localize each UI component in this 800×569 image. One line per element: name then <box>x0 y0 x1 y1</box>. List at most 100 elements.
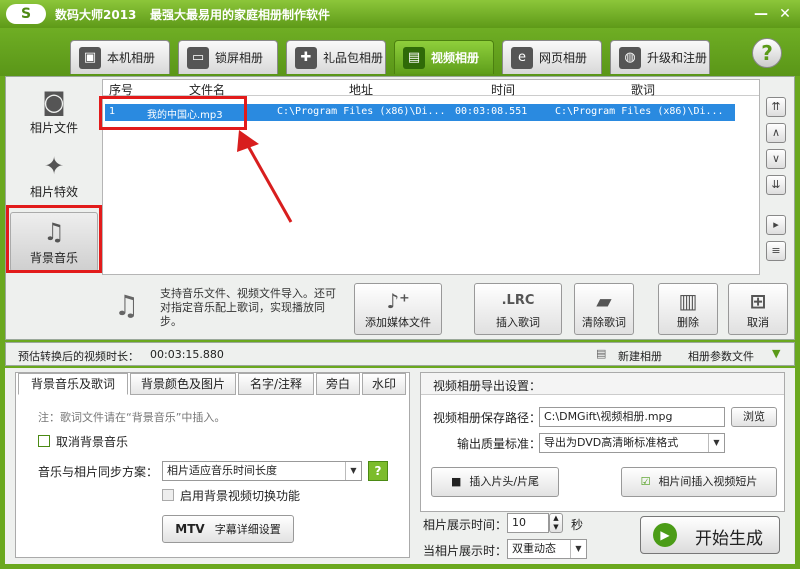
seconds-unit: 秒 <box>571 518 584 532</box>
ie-icon: e <box>511 46 533 69</box>
album-params-link[interactable]: 相册参数文件 <box>688 348 754 364</box>
photo-frame-icon: ▣ <box>79 46 101 69</box>
tab-lockscreen-album[interactable]: ▭ 锁屏相册 <box>178 40 278 74</box>
col-path[interactable]: 地址 <box>349 81 373 98</box>
tab-name-note[interactable]: 名字/注释 <box>238 373 314 395</box>
display-time-input[interactable]: 10 <box>507 513 549 533</box>
chevron-down-icon: ▼ <box>345 462 361 480</box>
film-icon: ▤ <box>403 46 425 69</box>
mtv-icon: MTV <box>175 522 205 536</box>
globe-icon: ◍ <box>619 46 641 69</box>
insert-video-clip-button[interactable]: ☑ 相片间插入视频短片 <box>621 467 777 497</box>
chevron-down-icon[interactable]: ▼ <box>772 347 780 360</box>
insert-lyric-button[interactable]: .LRC 插入歌词 <box>474 283 562 335</box>
tab-bg-music-lyric[interactable]: 背景音乐及歌词 <box>18 373 128 395</box>
move-up-button[interactable]: ∧ <box>766 123 786 143</box>
sync-select[interactable]: 相片适应音乐时间长度 ▼ <box>162 461 362 481</box>
col-time[interactable]: 时间 <box>491 81 515 98</box>
document-icon: ▤ <box>596 347 607 360</box>
delete-button[interactable]: ▥ 删除 <box>658 283 718 335</box>
move-bottom-button[interactable]: ⇊ <box>766 175 786 195</box>
help-button[interactable]: ? <box>752 38 782 68</box>
status-bar: 预估转换后的视频时长： 00:03:15.880 ▤ 新建相册 相册参数文件 ▼ <box>5 342 795 366</box>
tab-bg-color-image[interactable]: 背景颜色及图片 <box>130 373 236 395</box>
music-add-icon: ♪⁺ <box>386 289 410 313</box>
chevron-down-icon: ▼ <box>570 540 586 558</box>
display-time-label: 相片展示时间： <box>423 518 508 532</box>
app-logo: S <box>6 4 46 24</box>
add-media-button[interactable]: ♪⁺ 添加媒体文件 <box>354 283 442 335</box>
cancel-bg-music-checkbox[interactable] <box>38 435 50 447</box>
music-list-panel: ◙ 相片文件 ✦ 相片特效 ♫ 背景音乐 序号 文件名 地址 时间 歌词 1 我的中国… <box>5 76 795 340</box>
grid-icon: ⊞ <box>749 289 767 313</box>
sidebar-item-label: 相片文件 <box>29 121 78 135</box>
tab-upgrade-register[interactable]: ◍ 升级和注册 <box>610 40 710 74</box>
lrc-icon: .LRC <box>501 293 535 308</box>
move-down-button[interactable]: ∨ <box>766 149 786 169</box>
properties-button[interactable]: ≡ <box>766 241 786 261</box>
button-label: 取消 <box>747 316 769 329</box>
sidebar-item-label: 相片特效 <box>29 185 78 199</box>
move-top-button[interactable]: ⇈ <box>766 97 786 117</box>
tab-label: 本机相册 <box>107 51 156 65</box>
list-header: 序号 文件名 地址 时间 歌词 <box>103 80 759 98</box>
cancel-button[interactable]: ⊞ 取消 <box>728 283 788 335</box>
help-icon[interactable]: ? <box>368 461 388 481</box>
trash-icon: ▥ <box>678 289 698 313</box>
sync-label: 音乐与相片同步方案： <box>38 465 159 479</box>
tab-local-album[interactable]: ▣ 本机相册 <box>70 40 170 74</box>
tab-web-album[interactable]: e 网页相册 <box>502 40 602 74</box>
close-button[interactable]: ✕ <box>776 5 794 23</box>
sidebar-item-photo-files[interactable]: ◙ 相片文件 <box>10 83 98 143</box>
music-file-list[interactable]: 序号 文件名 地址 时间 歌词 1 我的中国心.mp3 C:\Program F… <box>99 79 760 275</box>
enable-bg-video-label: 启用背景视频切换功能 <box>180 489 301 503</box>
play-button[interactable]: ▸ <box>766 215 786 235</box>
music-note-icon: ♫ <box>114 289 140 322</box>
camera-icon: ◙ <box>42 88 66 116</box>
subtitle-settings-button[interactable]: MTV 字幕详细设置 <box>162 515 294 543</box>
tab-video-album[interactable]: ▤ 视频相册 <box>394 40 494 74</box>
save-path-input[interactable]: C:\DMGift\视频相册.mpg <box>539 407 725 427</box>
insert-head-tail-button[interactable]: ■ 插入片头/片尾 <box>431 467 559 497</box>
export-settings-panel: 视频相册导出设置： 视频相册保存路径： C:\DMGift\视频相册.mpg 浏… <box>420 372 785 512</box>
button-label: 清除歌词 <box>582 316 626 329</box>
bg-music-settings-panel: 背景音乐及歌词 背景颜色及图片 名字/注释 旁白 水印 注：歌词文件请在“背景音… <box>15 372 410 558</box>
enable-bg-video-checkbox[interactable] <box>162 489 174 501</box>
new-album-link[interactable]: 新建相册 <box>618 348 662 364</box>
gift-icon: ✚ <box>295 46 317 69</box>
button-label: 字幕详细设置 <box>214 523 281 536</box>
sidebar-item-photo-effects[interactable]: ✦ 相片特效 <box>10 147 98 207</box>
display-mode-value: 双重动态 <box>512 542 556 555</box>
display-time-stepper[interactable]: ▲ ▼ <box>549 513 563 533</box>
export-title: 视频相册导出设置： <box>433 379 542 393</box>
tab-watermark[interactable]: 水印 <box>362 373 406 395</box>
tab-gift-album[interactable]: ✚ 礼品包相册 <box>286 40 386 74</box>
start-generate-button[interactable]: ▶ 开始生成 <box>640 516 780 554</box>
tab-narration[interactable]: 旁白 <box>316 373 360 395</box>
clear-lyric-button[interactable]: ▰ 清除歌词 <box>574 283 634 335</box>
lyric-note: 注：歌词文件请在“背景音乐”中插入。 <box>38 411 226 424</box>
button-label: 添加媒体文件 <box>365 316 431 329</box>
import-hint: 支持音乐文件、视频文件导入。还可对指定音乐配上歌词，实现播放同步。 <box>160 287 336 328</box>
browse-button[interactable]: 浏览 <box>731 407 777 427</box>
title-bar: S 数码大师2013 最强大最易用的家庭相册制作软件 — ✕ <box>0 0 800 28</box>
video-camera-icon: ■ <box>450 475 462 488</box>
tab-label: 网页相册 <box>539 51 588 65</box>
quality-label: 输出质量标准： <box>457 437 542 451</box>
minimize-button[interactable]: — <box>752 5 770 23</box>
red-arrow-icon <box>237 130 293 223</box>
main-tab-bar: ▣ 本机相册 ▭ 锁屏相册 ✚ 礼品包相册 ▤ 视频相册 e 网页相册 ◍ 升级和注册 <box>0 28 800 76</box>
cancel-bg-music-label: 取消背景音乐 <box>56 435 129 449</box>
save-path-label: 视频相册保存路径： <box>433 411 542 425</box>
button-label: 删除 <box>677 316 699 329</box>
quality-select[interactable]: 导出为DVD高清晰标准格式 ▼ <box>539 433 725 453</box>
button-label: 开始生成 <box>695 529 763 549</box>
highlight-box <box>99 96 247 130</box>
app-subtitle: 最强大最易用的家庭相册制作软件 <box>150 8 331 22</box>
cell-path: C:\Program Files (x86)\Di... <box>277 106 446 117</box>
checkmark-icon: ☑ <box>640 475 651 488</box>
col-lyric[interactable]: 歌词 <box>631 81 655 98</box>
sparkle-icon: ✦ <box>43 152 65 180</box>
chevron-down-icon: ▼ <box>708 434 724 452</box>
display-mode-select[interactable]: 双重动态 ▼ <box>507 539 587 559</box>
